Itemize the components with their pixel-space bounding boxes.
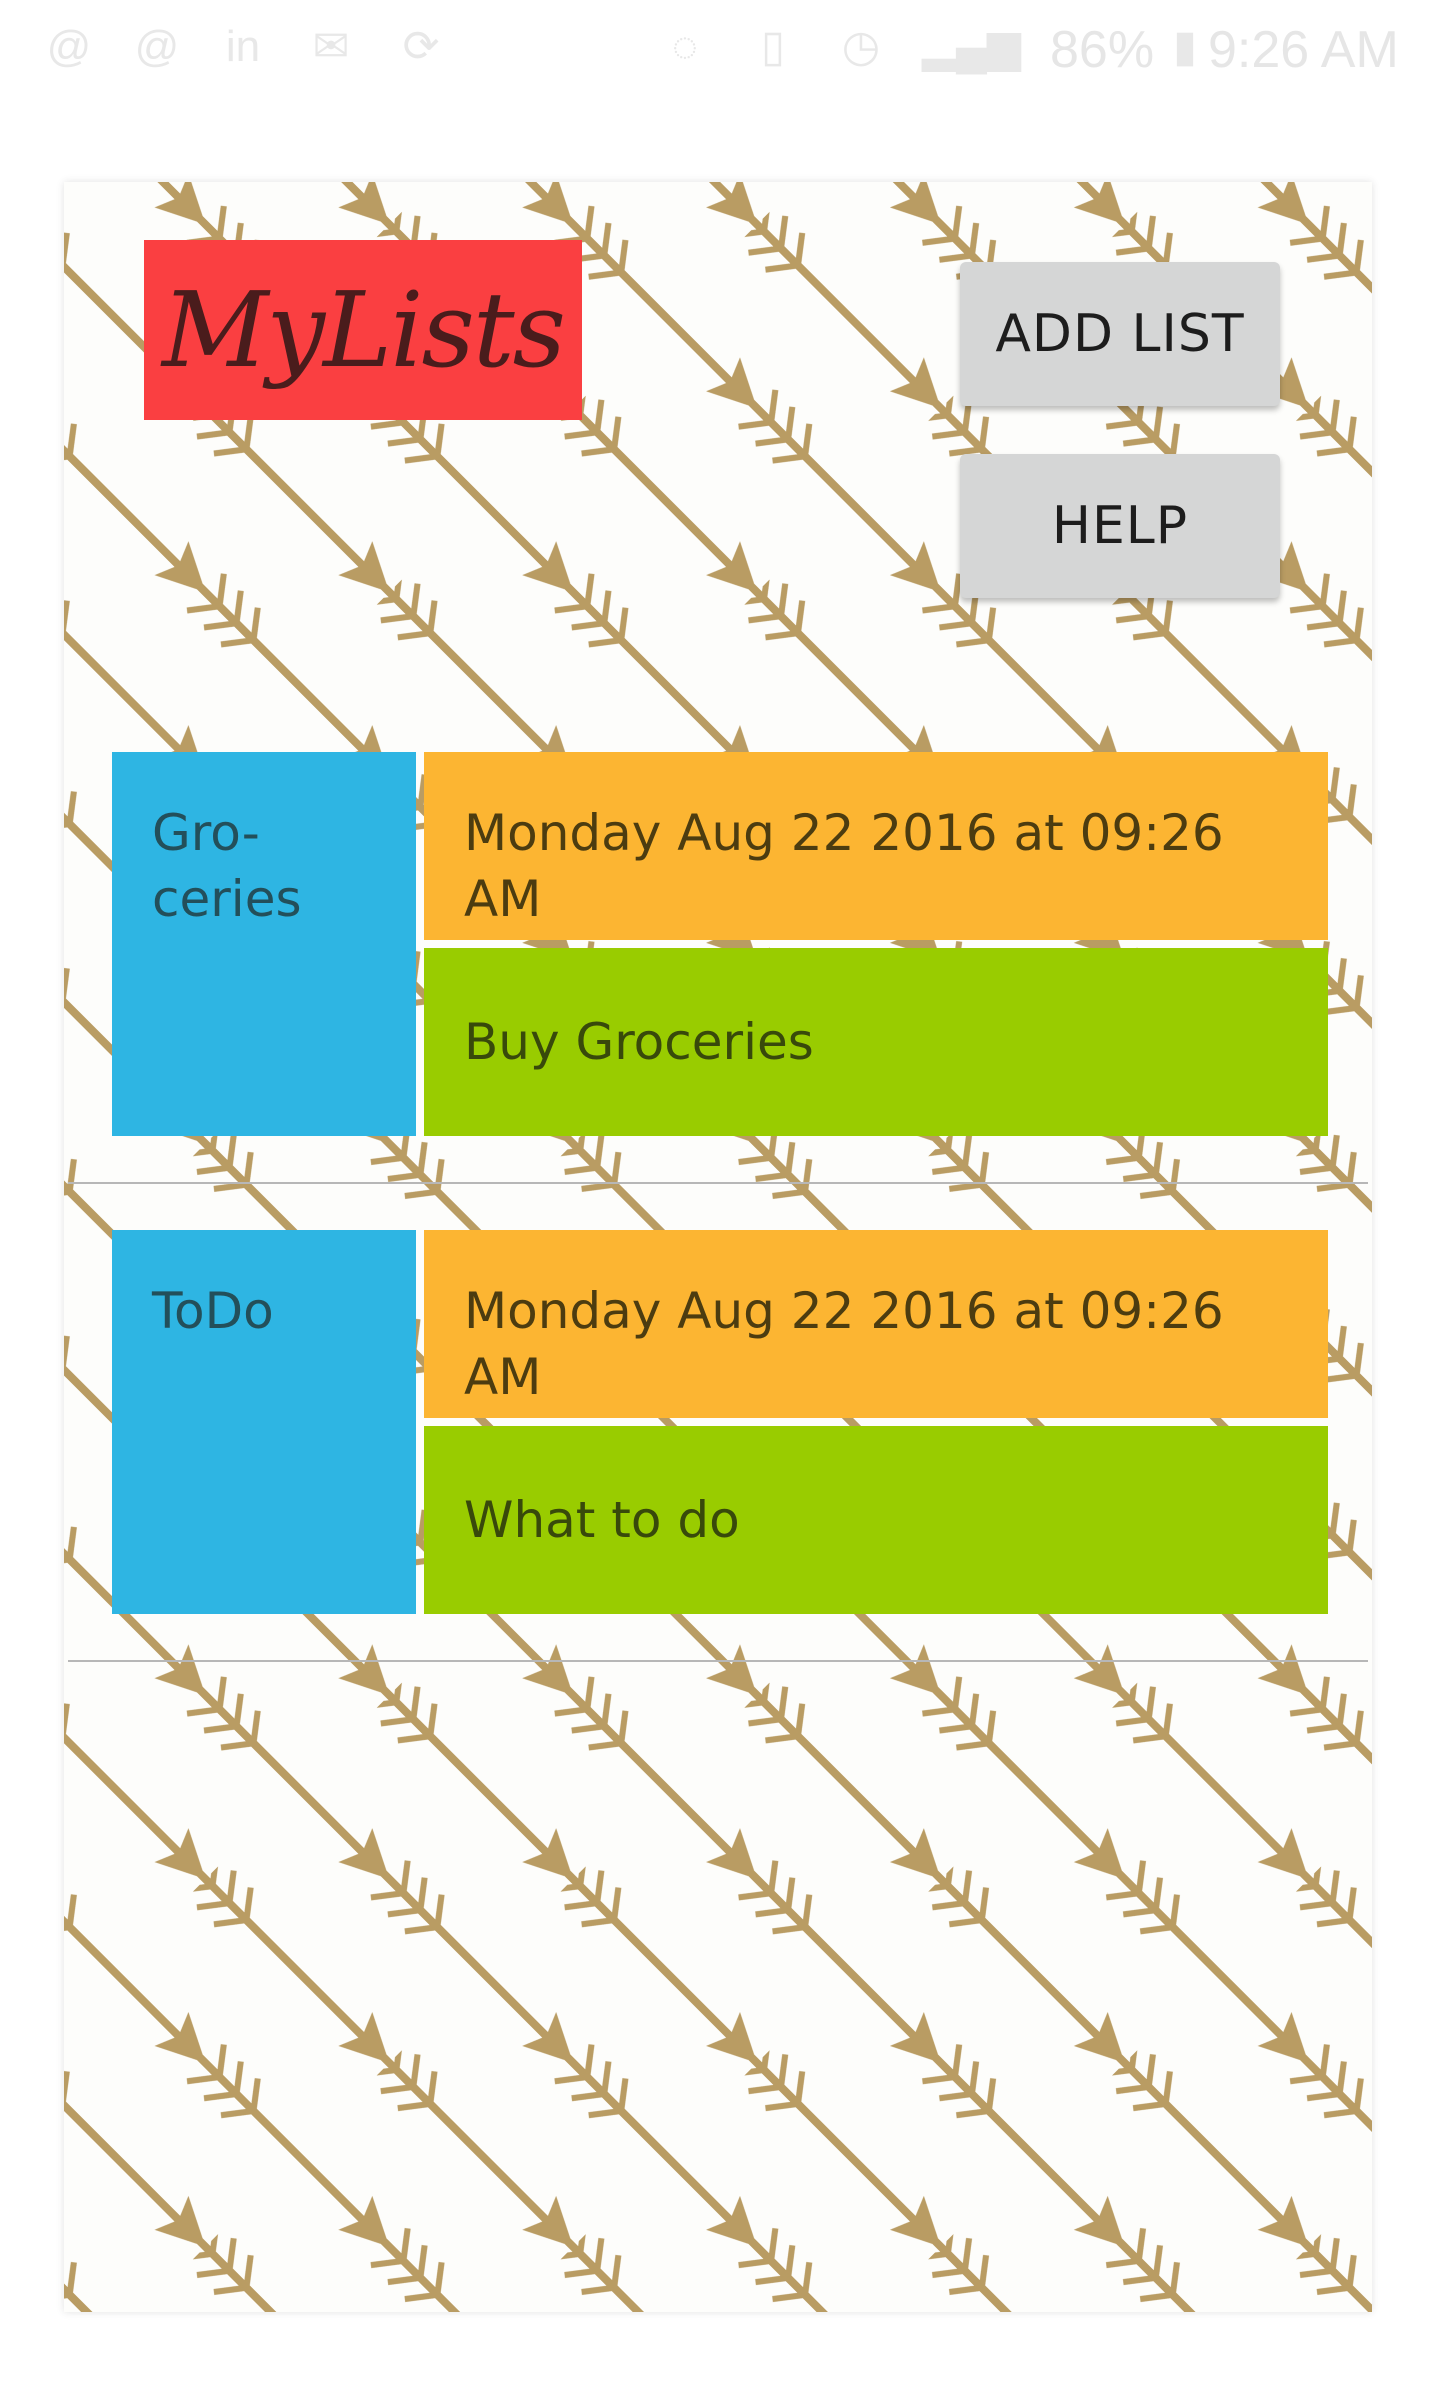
battery-percent: 86% [1050,21,1155,79]
list-category: ToDo [112,1230,416,1614]
alarm-icon: ◷ [841,22,881,71]
list-divider [68,1182,1368,1184]
list-date: Monday Aug 22 2016 at 09:26 AM [424,1230,1328,1418]
sync-icon: ⟳ [402,22,440,71]
list-item[interactable]: Gro- ceries Monday Aug 22 2016 at 09:26 … [112,752,1328,1136]
nfc-icon: ◌ [671,22,699,71]
status-bar: @ @ in ✉ ⟳ ◌ ▯ ◷ ▂▄▆ 86% ▮ 9:26 AM [0,0,1440,100]
list-date: Monday Aug 22 2016 at 09:26 AM [424,752,1328,940]
mail-icon: ✉ [312,22,350,71]
signal-icon: ▂▄▆ [922,22,1021,71]
list-category: Gro- ceries [112,752,416,1136]
list-item[interactable]: ToDo Monday Aug 22 2016 at 09:26 AM What… [112,1230,1328,1614]
vibrate-icon: ▯ [760,22,786,71]
add-list-button[interactable]: ADD LIST [960,262,1280,406]
app-title: MyLists [144,240,582,420]
help-button[interactable]: HELP [960,454,1280,598]
linkedin-icon: in [225,22,261,71]
list-description: What to do [424,1426,1328,1614]
battery-icon: ▮ [1172,22,1198,71]
at-icon: @ [134,22,180,71]
main-panel: MyLists ADD LIST HELP Gro- ceries Monday… [64,182,1372,2312]
clock: 9:26 AM [1208,21,1399,79]
list-divider [68,1660,1368,1662]
list-description: Buy Groceries [424,948,1328,1136]
at-icon: @ [46,22,92,71]
